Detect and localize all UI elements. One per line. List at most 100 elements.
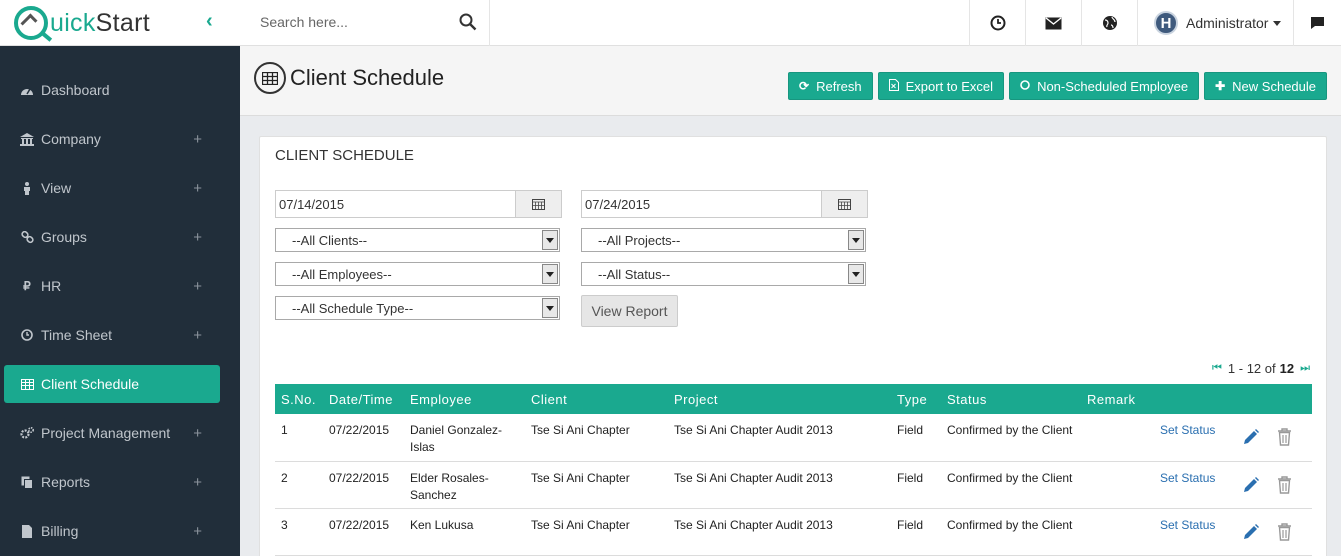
expand-plus-icon[interactable]: + (193, 474, 202, 491)
cell-sno: 2 (275, 461, 323, 509)
expand-plus-icon[interactable]: + (193, 523, 202, 540)
cell-client: Tse Si Ani Chapter (525, 461, 668, 509)
user-menu[interactable]: H Administrator (1137, 0, 1293, 46)
status-select-value: --All Status-- (598, 266, 671, 282)
logo-text: uickStart (50, 8, 150, 37)
set-status-link[interactable]: Set Status (1160, 423, 1215, 437)
chevron-down-icon (848, 264, 864, 284)
chat-icon[interactable] (1293, 0, 1341, 46)
logo-q-mark (14, 6, 48, 40)
cell-status: Confirmed by the Client (941, 508, 1081, 556)
chevron-down-icon (848, 230, 864, 250)
expand-plus-icon[interactable]: + (193, 278, 202, 295)
dashboard-icon (20, 83, 34, 97)
clock-icon[interactable] (969, 0, 1025, 46)
export-excel-button[interactable]: Export to Excel (877, 72, 1005, 100)
edit-pencil-icon[interactable] (1242, 476, 1260, 499)
sidebar: Dashboard Company + View + Groups + ₽ HR… (0, 46, 240, 556)
column-header[interactable]: Date/Time (323, 384, 404, 414)
sidebar-item-company[interactable]: Company + (4, 120, 220, 158)
globe-icon[interactable] (1081, 0, 1137, 46)
expand-plus-icon[interactable]: + (193, 180, 202, 197)
copy-icon (20, 475, 34, 489)
refresh-icon: ⟳ (799, 79, 810, 93)
cell-sno: 3 (275, 508, 323, 556)
clients-select[interactable]: --All Clients-- (275, 228, 560, 252)
bank-icon (20, 132, 34, 146)
clock-icon (20, 328, 34, 342)
sidebar-item-view[interactable]: View + (4, 169, 220, 207)
sidebar-item-billing[interactable]: Billing + (4, 512, 220, 550)
table-header-row: S.No. Date/Time Employee Client Project … (275, 384, 1312, 414)
sidebar-item-reports[interactable]: Reports + (4, 463, 220, 501)
set-status-link[interactable]: Set Status (1160, 471, 1215, 485)
cell-sno: 1 (275, 414, 323, 462)
projects-select[interactable]: --All Projects-- (581, 228, 866, 252)
set-status-link[interactable]: Set Status (1160, 518, 1215, 532)
envelope-icon[interactable] (1025, 0, 1081, 46)
column-header[interactable]: Employee (404, 384, 525, 414)
edit-pencil-icon[interactable] (1242, 428, 1260, 451)
quickstart-logo[interactable]: uickStart (14, 4, 150, 42)
cell-employee: Ken Lukusa (404, 508, 525, 556)
column-header[interactable]: Type (891, 384, 941, 414)
sidebar-item-hr[interactable]: ₽ HR + (4, 267, 220, 305)
column-header[interactable]: Client (525, 384, 668, 414)
date-from-field (275, 190, 562, 218)
status-select[interactable]: --All Status-- (581, 262, 866, 286)
chevron-down-icon (542, 230, 558, 250)
excel-file-icon (888, 78, 899, 94)
sidebar-item-label: View (41, 180, 72, 196)
trash-icon[interactable] (1277, 475, 1292, 499)
column-header[interactable]: Project (668, 384, 891, 414)
sidebar-item-dashboard[interactable]: Dashboard (4, 71, 220, 109)
user-name: Administrator (1186, 15, 1269, 31)
calendar-icon[interactable] (821, 191, 867, 217)
last-page-icon[interactable]: ⏭ (1300, 362, 1310, 375)
column-header[interactable]: Status (941, 384, 1081, 414)
trash-icon[interactable] (1277, 522, 1292, 546)
edit-pencil-icon[interactable] (1242, 523, 1260, 546)
table-row: 2 07/22/2015 Elder Rosales-Sanchez Tse S… (275, 461, 1312, 509)
trash-icon[interactable] (1277, 428, 1292, 451)
first-page-icon[interactable]: ⏮ (1212, 362, 1222, 375)
sidebar-item-time-sheet[interactable]: Time Sheet + (4, 316, 220, 354)
sidebar-item-label: Time Sheet (41, 327, 113, 343)
panel-title: CLIENT SCHEDULE (275, 147, 414, 164)
column-header (1160, 384, 1242, 414)
sidebar-collapse-icon[interactable]: ‹ (206, 10, 213, 33)
expand-plus-icon[interactable]: + (193, 425, 202, 442)
expand-plus-icon[interactable]: + (193, 229, 202, 246)
projects-select-value: --All Projects-- (598, 232, 681, 248)
refresh-button[interactable]: ⟳ Refresh (788, 72, 873, 100)
cell-type: Field (891, 508, 941, 556)
table-icon (254, 62, 286, 94)
column-header[interactable]: Remark (1081, 384, 1160, 414)
schedule-type-select[interactable]: --All Schedule Type-- (275, 296, 560, 320)
employees-select-value: --All Employees-- (292, 266, 392, 282)
date-from-input[interactable] (276, 191, 515, 217)
column-header (1242, 384, 1312, 414)
page-title: Client Schedule (290, 65, 445, 90)
new-schedule-button[interactable]: ✚ New Schedule (1204, 72, 1327, 100)
cell-remark (1081, 508, 1160, 556)
sidebar-item-groups[interactable]: Groups + (4, 218, 220, 256)
employees-select[interactable]: --All Employees-- (275, 262, 560, 286)
non-scheduled-employee-button[interactable]: Non-Scheduled Employee (1009, 72, 1200, 100)
search-box (240, 0, 490, 46)
expand-plus-icon[interactable]: + (193, 327, 202, 344)
view-report-button[interactable]: View Report (581, 295, 678, 327)
sidebar-item-label: Groups (41, 229, 87, 245)
new-schedule-label: New Schedule (1232, 78, 1316, 94)
calendar-icon[interactable] (515, 191, 561, 217)
column-header[interactable]: S.No. (275, 384, 323, 414)
sidebar-item-client-schedule[interactable]: Client Schedule (4, 365, 220, 403)
search-icon[interactable] (459, 13, 477, 31)
sidebar-item-project-management[interactable]: Project Management + (4, 414, 220, 452)
logo-area: uickStart ‹ (0, 0, 240, 46)
search-input[interactable] (240, 0, 440, 44)
date-to-input[interactable] (582, 191, 821, 217)
circle-icon (1020, 79, 1030, 93)
expand-plus-icon[interactable]: + (193, 131, 202, 148)
cell-client: Tse Si Ani Chapter (525, 508, 668, 556)
